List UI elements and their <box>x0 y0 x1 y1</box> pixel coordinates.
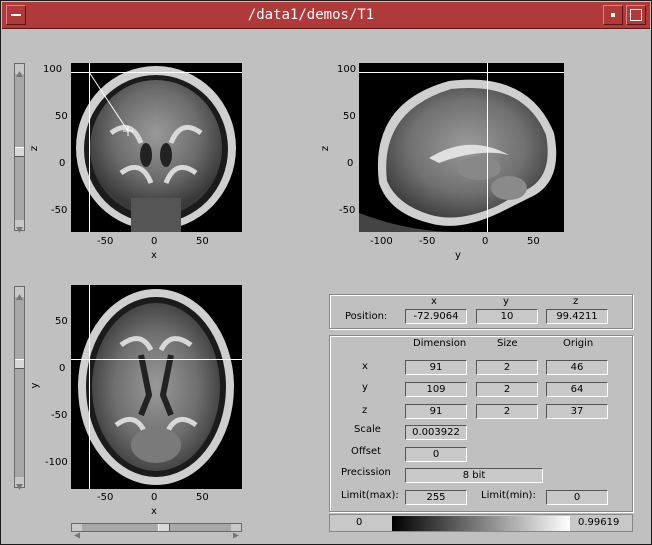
axial-brain-image <box>78 289 234 485</box>
crosshair-horizontal <box>71 359 242 360</box>
sagittal-view[interactable] <box>359 63 564 232</box>
origin-z-field[interactable]: 37 <box>546 404 608 419</box>
position-z-field[interactable]: 99.4211 <box>546 309 608 324</box>
sagittal-xtick: 50 <box>527 236 540 247</box>
coronal-ytick: 50 <box>55 111 68 122</box>
axial-ytick: 50 <box>55 316 68 327</box>
precision-label: Precission <box>341 467 391 478</box>
coronal-xtick: 50 <box>196 236 209 247</box>
row-label-x: x <box>362 361 368 372</box>
origin-y-field[interactable]: 64 <box>546 382 608 397</box>
coronal-view[interactable] <box>71 63 242 232</box>
dimension-z-field[interactable]: 91 <box>405 404 467 419</box>
scroll-up-arrow-icon[interactable] <box>15 64 24 77</box>
limit-min-label: Limit(min): <box>481 490 536 501</box>
scroll-up-arrow-icon[interactable] <box>15 287 24 300</box>
window-title: /data1/demos/T1 <box>247 7 375 23</box>
colorbar-max-label: 0.99619 <box>578 517 620 528</box>
coronal-xlabel: x <box>151 250 157 261</box>
position-header-y: y <box>503 296 509 307</box>
dimension-y-field[interactable]: 109 <box>405 382 467 397</box>
limit-min-field[interactable]: 0 <box>546 490 608 505</box>
minimize-icon <box>611 13 615 17</box>
size-z-field[interactable]: 2 <box>476 404 538 419</box>
sagittal-xtick: -100 <box>370 236 393 247</box>
coronal-xtick: -50 <box>97 236 114 247</box>
limit-max-field[interactable]: 255 <box>405 490 467 505</box>
crosshair-vertical <box>89 285 90 489</box>
scroll-left-arrow-icon[interactable] <box>72 524 82 539</box>
scale-label: Scale <box>354 424 381 435</box>
colorbar-gradient <box>392 516 570 531</box>
sagittal-brain-image <box>359 79 557 232</box>
scroll-thumb[interactable] <box>15 147 24 157</box>
coronal-slice-scrollbar[interactable] <box>14 63 25 233</box>
scale-field[interactable]: 0.003922 <box>405 425 467 440</box>
precision-field[interactable]: 8 bit <box>405 468 543 483</box>
sagittal-xlabel: y <box>455 250 461 261</box>
row-label-y: y <box>362 382 368 393</box>
sagittal-slice-scrollbar[interactable] <box>71 523 242 539</box>
sagittal-ytick: 50 <box>343 111 356 122</box>
axial-ytick: 0 <box>59 363 66 374</box>
offset-label: Offset <box>351 446 382 457</box>
axial-view[interactable] <box>71 285 242 489</box>
limit-max-label: Limit(max): <box>341 490 399 501</box>
offset-field[interactable]: 0 <box>405 447 467 462</box>
position-x-field[interactable]: -72.9064 <box>405 309 467 324</box>
coronal-ytick: 100 <box>43 64 63 75</box>
axial-ytick: -100 <box>45 457 68 468</box>
minimize-button[interactable] <box>603 5 623 25</box>
window-menu-button[interactable] <box>6 5 26 25</box>
sagittal-ylabel: z <box>320 145 332 152</box>
sagittal-ytick: -50 <box>339 205 356 216</box>
size-y-field[interactable]: 2 <box>476 382 538 397</box>
header-origin: Origin <box>563 338 594 349</box>
crosshair-horizontal <box>359 72 564 73</box>
colorbar-min-label: 0 <box>356 517 363 528</box>
colorbar: 0 0.99619 <box>329 514 633 532</box>
scroll-down-arrow-icon[interactable] <box>15 477 24 490</box>
title-bar[interactable]: /data1/demos/T1 <box>2 2 650 29</box>
sagittal-ytick: 0 <box>347 158 354 169</box>
sagittal-xtick: 0 <box>482 236 489 247</box>
size-x-field[interactable]: 2 <box>476 360 538 375</box>
minus-icon <box>11 14 21 16</box>
axial-xtick: -50 <box>97 492 114 503</box>
coronal-ytick: 0 <box>59 158 66 169</box>
row-label-z: z <box>362 405 368 416</box>
pointer-line <box>88 71 133 136</box>
coronal-xtick: 0 <box>151 236 158 247</box>
axial-xtick: 50 <box>196 492 209 503</box>
sagittal-xtick: -50 <box>419 236 436 247</box>
axial-slice-scrollbar[interactable] <box>14 286 25 490</box>
header-size: Size <box>497 338 518 349</box>
crosshair-vertical <box>487 63 488 232</box>
coronal-ylabel: z <box>29 145 41 152</box>
axial-ytick: -50 <box>51 410 68 421</box>
dimension-x-field[interactable]: 91 <box>405 360 467 375</box>
viewer-window: /data1/demos/T1 100 50 0 -50 z -50 0 50 … <box>0 0 652 545</box>
position-y-field[interactable]: 10 <box>476 309 538 324</box>
coronal-ytick: -50 <box>51 205 68 216</box>
sagittal-ytick: 100 <box>337 64 357 75</box>
position-header-x: x <box>431 296 437 307</box>
scroll-right-arrow-icon[interactable] <box>231 524 241 539</box>
maximize-button[interactable] <box>626 5 646 25</box>
axial-xlabel: x <box>151 506 157 517</box>
origin-x-field[interactable]: 46 <box>546 360 608 375</box>
scroll-thumb[interactable] <box>158 524 170 531</box>
scroll-down-arrow-icon[interactable] <box>15 220 24 233</box>
scroll-thumb[interactable] <box>15 359 24 369</box>
maximize-icon <box>630 9 642 21</box>
header-dimension: Dimension <box>413 338 467 349</box>
position-label: Position: <box>345 311 388 322</box>
axial-ylabel: y <box>29 382 41 389</box>
axial-xtick: 0 <box>151 492 158 503</box>
position-header-z: z <box>573 296 579 307</box>
